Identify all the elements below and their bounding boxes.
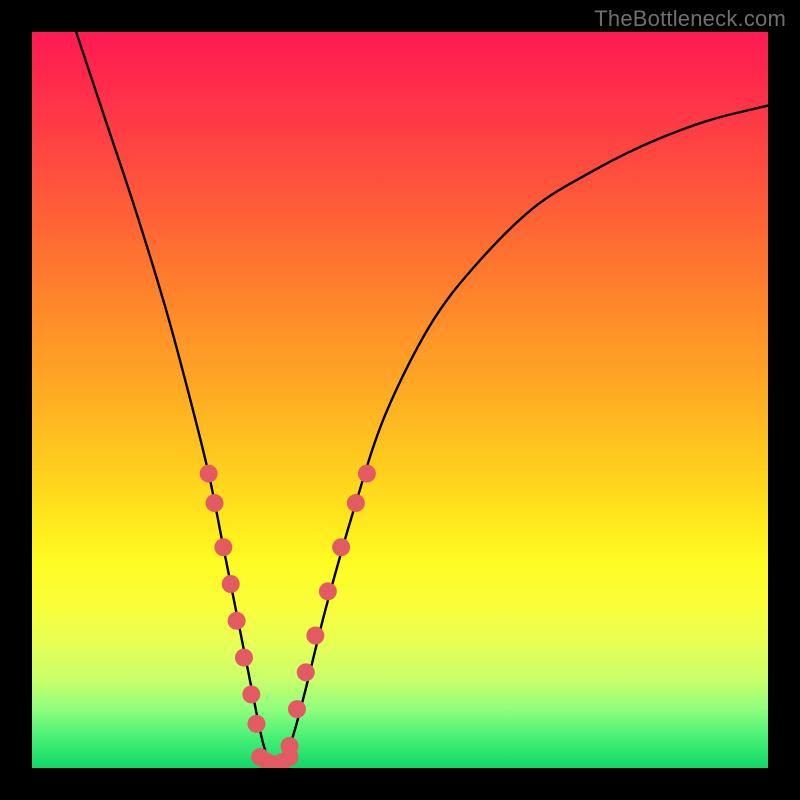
left-branch-dots-dot	[242, 685, 260, 703]
right-branch-dots-dot	[347, 494, 365, 512]
left-branch-dots-dot	[222, 575, 240, 593]
right-branch-dots-dot	[306, 627, 324, 645]
left-branch-dots-dot	[206, 494, 224, 512]
curve-svg	[32, 32, 768, 768]
curve-layer	[76, 32, 768, 768]
right-branch-dots-dot	[297, 663, 315, 681]
chart-frame: TheBottleneck.com	[0, 0, 800, 800]
left-branch-dots-dot	[247, 715, 265, 733]
right-branch-dots-dot	[288, 700, 306, 718]
left-branch-dots-dot	[214, 538, 232, 556]
left-branch-dots-dot	[228, 612, 246, 630]
right-branch-dots-dot	[332, 538, 350, 556]
right-branch-dots-dot	[358, 465, 376, 483]
trough-dots-dot	[281, 748, 299, 766]
right-branch-dots-dot	[319, 582, 337, 600]
left-branch-dots-dot	[235, 649, 253, 667]
bottleneck-curve-path	[76, 32, 768, 768]
left-branch-dots-dot	[200, 465, 218, 483]
watermark-text: TheBottleneck.com	[594, 6, 786, 32]
plot-area	[32, 32, 768, 768]
marker-layer	[200, 465, 376, 768]
